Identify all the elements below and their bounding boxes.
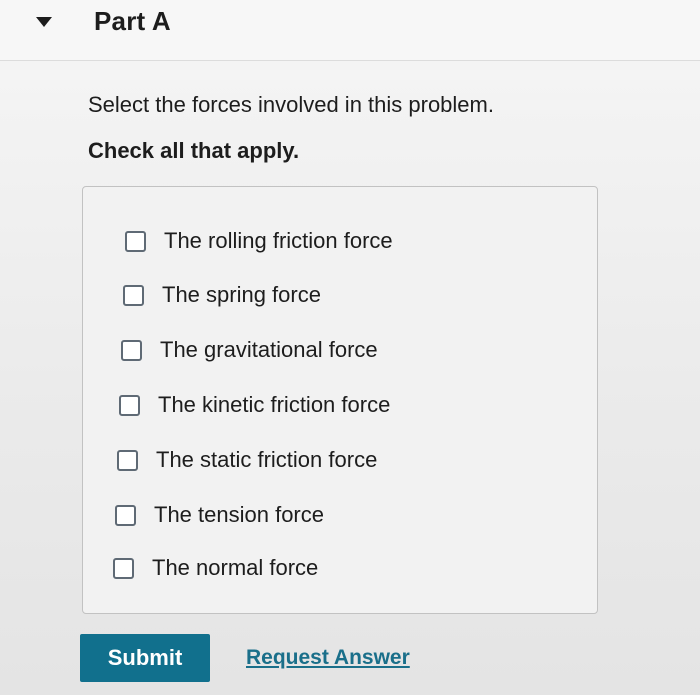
option-label: The normal force [152, 555, 319, 580]
request-answer-link[interactable]: Request Answer [246, 646, 410, 670]
option-label: The gravitational force [160, 337, 378, 362]
option-label: The kinetic friction force [158, 392, 391, 417]
question-prompt: Select the forces involved in this probl… [88, 92, 494, 117]
option-spring[interactable]: The spring force [123, 278, 321, 312]
option-label: The rolling friction force [164, 228, 393, 253]
option-label: The tension force [154, 502, 324, 527]
checkbox[interactable] [121, 339, 142, 361]
checkbox[interactable] [115, 504, 136, 526]
submit-button[interactable]: Submit [80, 634, 210, 682]
option-static-friction[interactable]: The static friction force [117, 443, 377, 477]
caret-down-icon [36, 17, 52, 27]
checkbox[interactable] [117, 449, 138, 471]
part-title: Part A [94, 6, 171, 36]
options-box: The rolling friction force The spring fo… [82, 186, 598, 614]
option-label: The static friction force [156, 447, 378, 472]
option-gravitational[interactable]: The gravitational force [121, 333, 378, 367]
checkbox[interactable] [125, 230, 146, 252]
question-instruction: Check all that apply. [88, 138, 300, 163]
checkbox[interactable] [123, 284, 144, 306]
checkbox[interactable] [113, 557, 134, 579]
option-rolling-friction[interactable]: The rolling friction force [125, 224, 393, 258]
option-tension[interactable]: The tension force [115, 498, 324, 532]
checkbox[interactable] [119, 394, 140, 416]
option-kinetic-friction[interactable]: The kinetic friction force [119, 388, 390, 422]
option-normal[interactable]: The normal force [113, 551, 318, 585]
option-label: The spring force [162, 282, 321, 307]
collapse-toggle[interactable] [34, 14, 54, 30]
